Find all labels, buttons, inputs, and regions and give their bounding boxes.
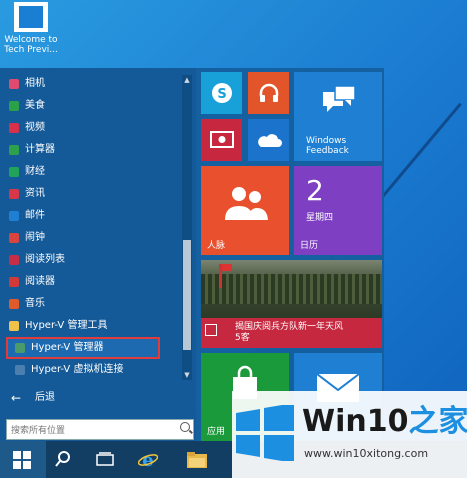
app-label: 闹钟 [25,232,45,243]
app-label: 阅读列表 [25,254,65,265]
search-icon [55,451,70,467]
app-icon [9,211,19,221]
feedback-label-line2: Feedback [306,146,349,156]
app-label: 美食 [25,100,45,111]
people-icon [225,187,268,220]
search-placeholder: 搜索所有位置 [11,426,66,436]
news-headline-line1: 揭国庆阅兵方队新一年天风 [235,322,344,332]
back-label: 后退 [35,392,55,403]
task-view-button[interactable] [88,441,122,478]
app-icon [9,79,19,89]
app-icon [9,189,19,199]
calendar-label: 日历 [300,241,319,251]
app-item[interactable]: 计算器 [0,139,180,161]
app-icon [9,277,19,287]
app-icon [9,167,19,177]
search-box[interactable]: 搜索所有位置 [6,419,194,440]
app-item[interactable]: 相机 [0,73,180,95]
app-item[interactable]: 音乐 [0,293,180,315]
folder-icon [187,452,207,468]
news-headline-line2: 5客 [235,333,250,343]
start-button[interactable] [0,441,46,478]
people-label: 人脉 [207,241,226,251]
task-view-icon [96,452,114,466]
cloud-icon [258,134,282,147]
app-icon [9,233,19,243]
skype-icon: S [212,83,232,103]
search-button[interactable] [46,441,80,478]
app-item[interactable]: 阅读器 [0,271,180,293]
svg-text:e: e [142,450,153,469]
news-icon [205,324,217,336]
watermark: Win10之家 www.win10xitong.com [232,391,467,478]
app-icon [9,101,19,111]
search-icon [180,422,190,432]
app-item[interactable]: 视频 [0,117,180,139]
app-label: 邮件 [25,210,45,221]
app-label: Hyper-V 管理工具 [25,320,108,331]
app-item[interactable]: Hyper-V 虚拟机连接 [6,359,186,381]
tile-news[interactable]: 揭国庆阅兵方队新一年天风 5客 [201,260,382,348]
ie-button[interactable]: e [130,441,166,478]
shortcut-label-line1: Welcome to [4,35,58,45]
app-label: Hyper-V 管理器 [31,342,104,353]
watermark-title: Win10 [302,404,409,439]
app-icon [9,255,19,265]
calendar-weekday: 星期四 [306,213,334,223]
desktop-shortcut-welcome[interactable]: Welcome to Tech Previ... [4,2,58,55]
feedback-label-line1: Windows [306,136,347,146]
app-item[interactable]: Hyper-V 管理器 [6,337,160,359]
calendar-day: 2 [306,174,324,207]
app-label: 计算器 [25,144,55,155]
windows-logo-icon [236,405,294,461]
back-button[interactable]: ← 后退 [0,387,180,409]
apps-scrollbar[interactable]: ▲ ▼ [182,75,192,380]
app-icon [9,299,19,309]
app-label: 音乐 [25,298,45,309]
store-label: 应用 [207,427,226,437]
tile-video[interactable] [201,119,242,161]
tile-calendar[interactable]: 2 星期四 日历 [294,166,382,255]
tile-people[interactable]: 人脉 [201,166,289,255]
app-label: 视频 [25,122,45,133]
svg-text:S: S [217,87,226,102]
back-arrow-icon: ← [11,391,22,405]
app-item[interactable]: Hyper-V 管理工具 [0,315,180,337]
app-item[interactable]: 阅读列表 [0,249,180,271]
app-icon [15,365,25,375]
news-image [201,260,382,318]
app-icon [9,123,19,133]
video-icon [210,131,234,148]
internet-explorer-icon: e [138,450,158,469]
app-item[interactable]: 财经 [0,161,180,183]
app-label: 相机 [25,78,45,89]
app-label: 财经 [25,166,45,177]
shortcut-label-line2: Tech Previ... [4,45,58,55]
watermark-url: www.win10xitong.com [304,447,429,460]
app-item[interactable]: 邮件 [0,205,180,227]
shortcut-icon [14,2,48,32]
tile-music[interactable] [248,72,289,114]
watermark-title-suffix: 之家 [408,404,467,439]
app-label: Hyper-V 虚拟机连接 [31,364,124,375]
app-icon [15,343,25,353]
app-label: 资讯 [25,188,45,199]
app-icon [9,145,19,155]
app-item[interactable]: 资讯 [0,183,180,205]
scroll-up-icon[interactable]: ▲ [182,75,192,85]
scroll-thumb[interactable] [183,240,191,350]
tile-onedrive[interactable] [248,119,289,161]
app-icon [9,321,19,331]
tile-windows-feedback[interactable]: Windows Feedback [294,72,382,161]
scroll-down-icon[interactable]: ▼ [182,370,192,380]
tile-skype[interactable]: S [201,72,242,114]
app-label: 阅读器 [25,276,55,287]
feedback-icon [323,85,356,112]
headphones-icon [259,83,279,102]
app-item[interactable]: 美食 [0,95,180,117]
windows-logo-icon [13,451,31,469]
explorer-button[interactable] [178,441,214,478]
app-item[interactable]: 闹钟 [0,227,180,249]
